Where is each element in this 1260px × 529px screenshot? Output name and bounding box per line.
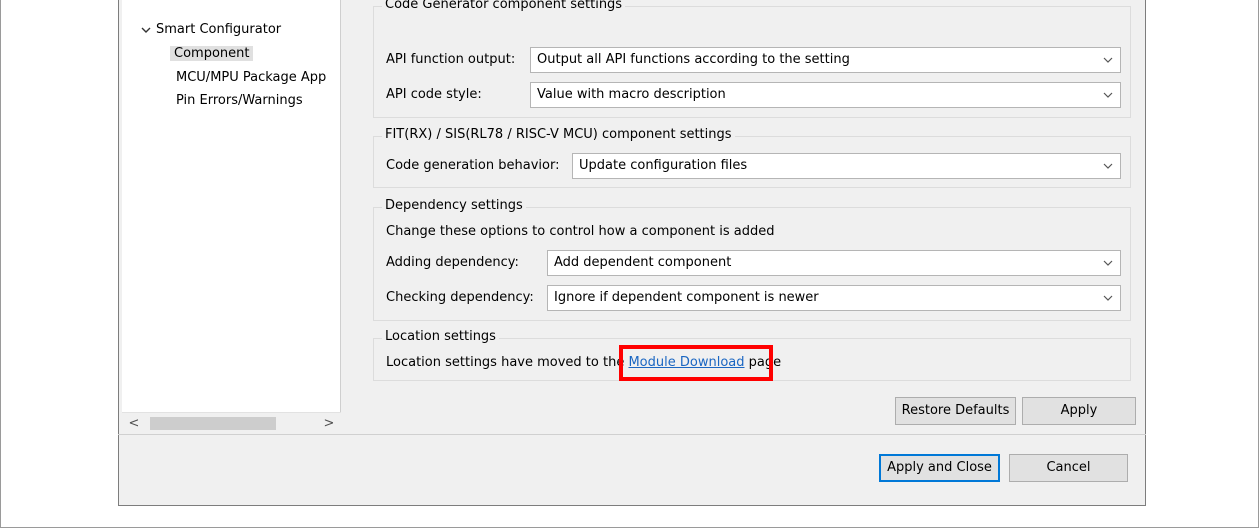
tree-horizontal-scrollbar[interactable]: < > [122, 412, 341, 434]
checking-dependency-value: Ignore if dependent component is newer [554, 290, 819, 305]
code-generator-title: Code Generator component settings [382, 0, 626, 12]
behavior-label: Code generation behavior: [386, 158, 560, 173]
restore-defaults-button[interactable]: Restore Defaults [895, 397, 1016, 425]
checking-dependency-select[interactable]: Ignore if dependent component is newer [547, 285, 1121, 311]
behavior-select[interactable]: Update configuration files [572, 153, 1121, 179]
cancel-button[interactable]: Cancel [1009, 454, 1128, 482]
tree-item-mcu-package-app[interactable]: MCU/MPU Package App [176, 68, 326, 88]
chevron-down-icon [1103, 260, 1113, 266]
fit-settings-title: FIT(RX) / SIS(RL78 / RISC-V MCU) compone… [382, 127, 735, 142]
api-output-label: API function output: [386, 52, 516, 67]
api-style-select[interactable]: Value with macro description [530, 82, 1121, 108]
tree-item-pin-errors[interactable]: Pin Errors/Warnings [176, 91, 303, 111]
dependency-settings-title: Dependency settings [382, 198, 526, 213]
tree-item-label: Pin Errors/Warnings [176, 93, 303, 108]
tree-item-label: Component [170, 46, 254, 61]
preferences-tree: Smart Configurator Component MCU/MPU Pac… [122, 0, 341, 434]
adding-dependency-select[interactable]: Add dependent component [547, 250, 1121, 276]
tree-item-smart-configurator[interactable]: Smart Configurator [156, 20, 281, 40]
tree-item-component[interactable]: Component [170, 44, 254, 64]
scrollbar-thumb[interactable] [150, 417, 276, 430]
location-settings-title: Location settings [382, 329, 499, 344]
button-bar-separator [118, 434, 1146, 435]
location-text-before: Location settings have moved to the [386, 355, 629, 370]
chevron-down-icon [1103, 295, 1113, 301]
chevron-down-icon [1103, 163, 1113, 169]
adding-dependency-value: Add dependent component [554, 255, 732, 270]
tree-item-label: MCU/MPU Package App [176, 70, 327, 85]
chevron-down-icon [1103, 57, 1113, 63]
dependency-description: Change these options to control how a co… [386, 224, 775, 239]
apply-and-close-button[interactable]: Apply and Close [879, 454, 1000, 482]
apply-button[interactable]: Apply [1022, 397, 1136, 425]
scroll-left-arrow[interactable]: < [124, 413, 144, 434]
adding-dependency-label: Adding dependency: [386, 255, 519, 270]
checking-dependency-label: Checking dependency: [386, 290, 534, 305]
api-style-label: API code style: [386, 87, 482, 102]
api-style-value: Value with macro description [537, 87, 726, 102]
chevron-down-icon[interactable] [140, 24, 152, 36]
scroll-right-arrow[interactable]: > [319, 413, 339, 434]
api-output-value: Output all API functions according to th… [537, 52, 850, 67]
api-output-select[interactable]: Output all API functions according to th… [530, 47, 1121, 73]
chevron-down-icon [1103, 92, 1113, 98]
behavior-value: Update configuration files [579, 158, 748, 173]
tree-item-label: Smart Configurator [156, 22, 282, 37]
highlight-annotation-box [619, 345, 773, 381]
